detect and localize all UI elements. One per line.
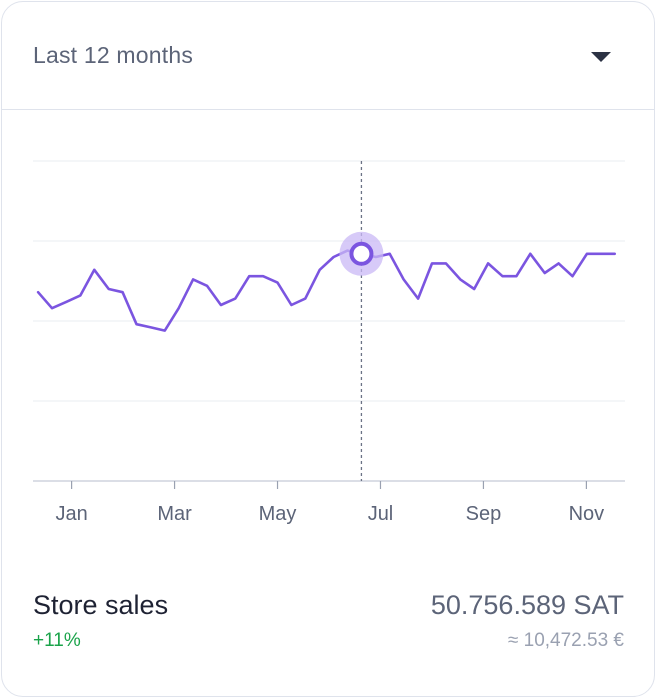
summary-change-badge: +11% (33, 630, 81, 651)
summary-converted-value: ≈ 10,472.53 € (507, 630, 624, 651)
sales-card: Last 12 months Jan Mar May Jul Sep Nov Store … (1, 1, 655, 697)
summary-value: 50.756.589 SAT (430, 590, 624, 620)
x-tick-label: Nov (569, 503, 605, 525)
card-header: Last 12 months (2, 2, 654, 110)
sales-line-chart: Jan Mar May Jul Sep Nov (33, 160, 625, 525)
x-tick-label: Sep (466, 503, 502, 525)
hover-point-marker (349, 241, 374, 266)
summary-title: Store sales (33, 590, 169, 620)
period-select[interactable]: Last 12 months (2, 2, 654, 109)
period-select-label: Last 12 months (33, 42, 194, 68)
x-tick-label: Mar (157, 503, 192, 525)
caret-down-icon (591, 52, 611, 62)
x-tick-label: May (259, 503, 297, 525)
sales-series-line (36, 249, 617, 332)
x-tick-label: Jan (55, 503, 87, 525)
x-tick-label: Jul (368, 503, 394, 525)
